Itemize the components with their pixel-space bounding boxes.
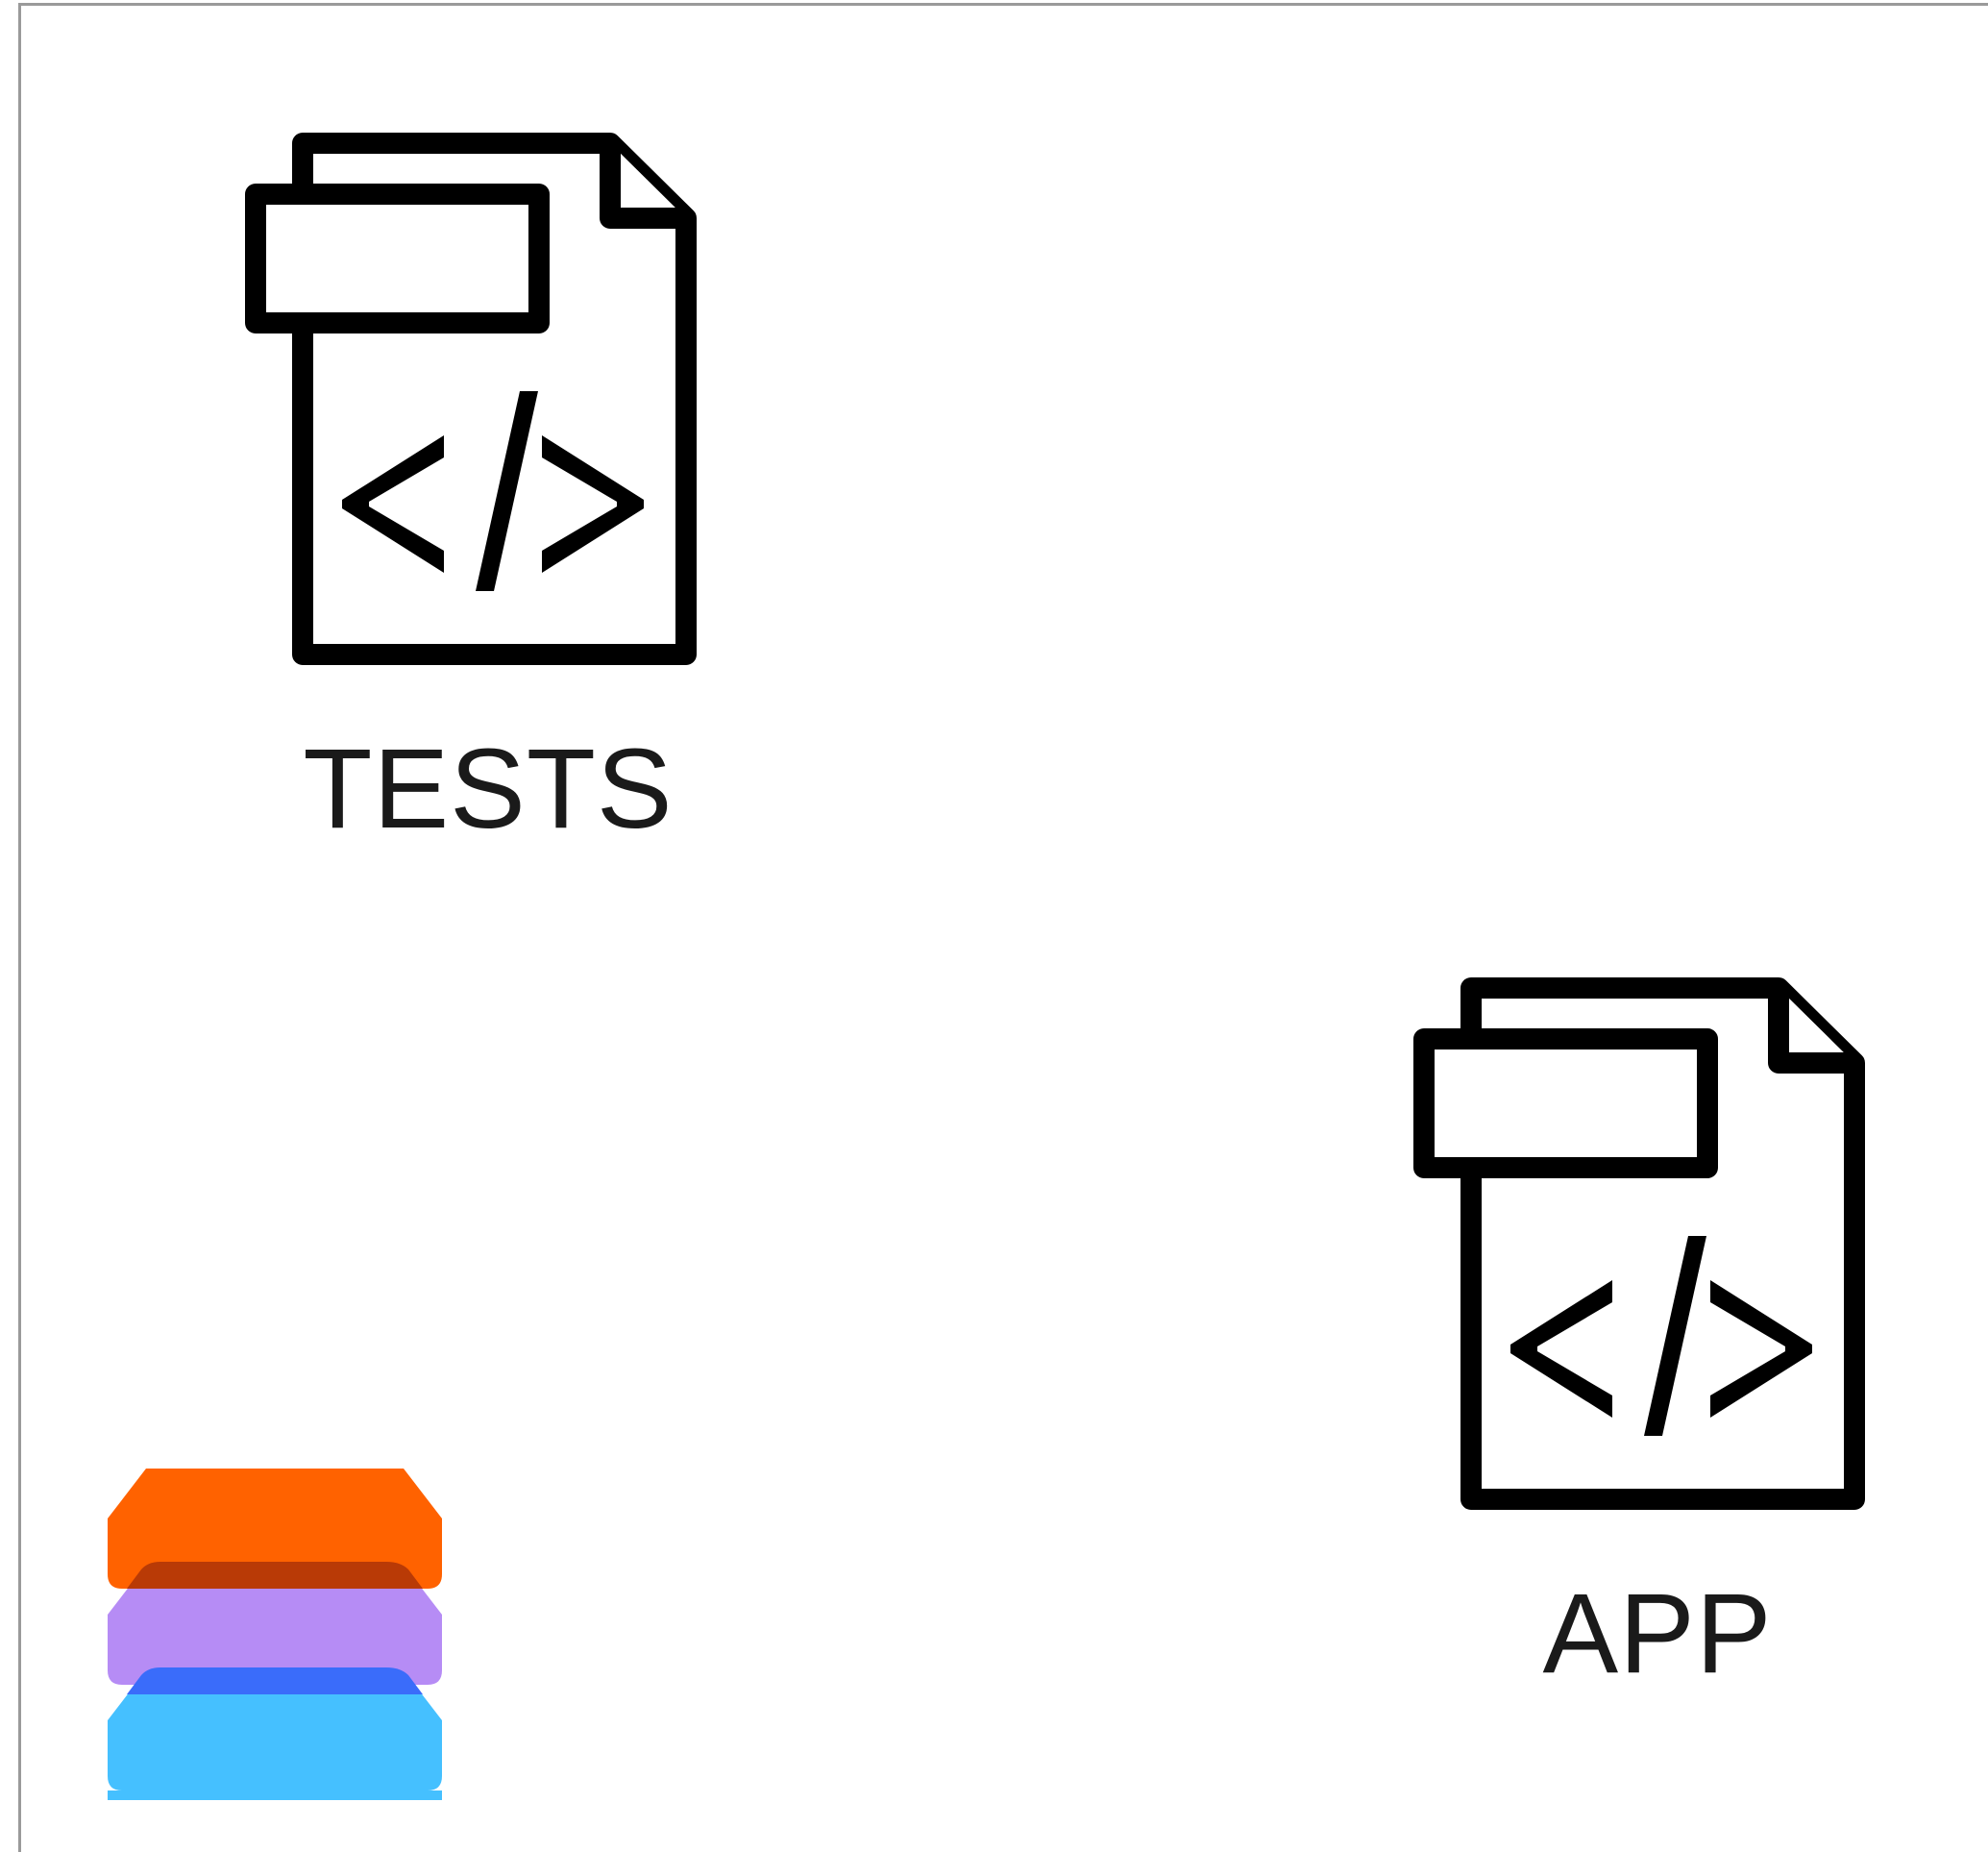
app-label: APP: [1542, 1570, 1773, 1697]
code-file-icon: [245, 133, 697, 665]
tests-file-node[interactable]: [245, 133, 697, 671]
app-file-node[interactable]: [1413, 977, 1865, 1516]
layered-stack-logo: [108, 1469, 442, 1800]
diagram-canvas: TESTS APP: [0, 0, 1988, 1852]
tests-label: TESTS: [303, 726, 674, 852]
code-file-icon: [1413, 977, 1865, 1510]
